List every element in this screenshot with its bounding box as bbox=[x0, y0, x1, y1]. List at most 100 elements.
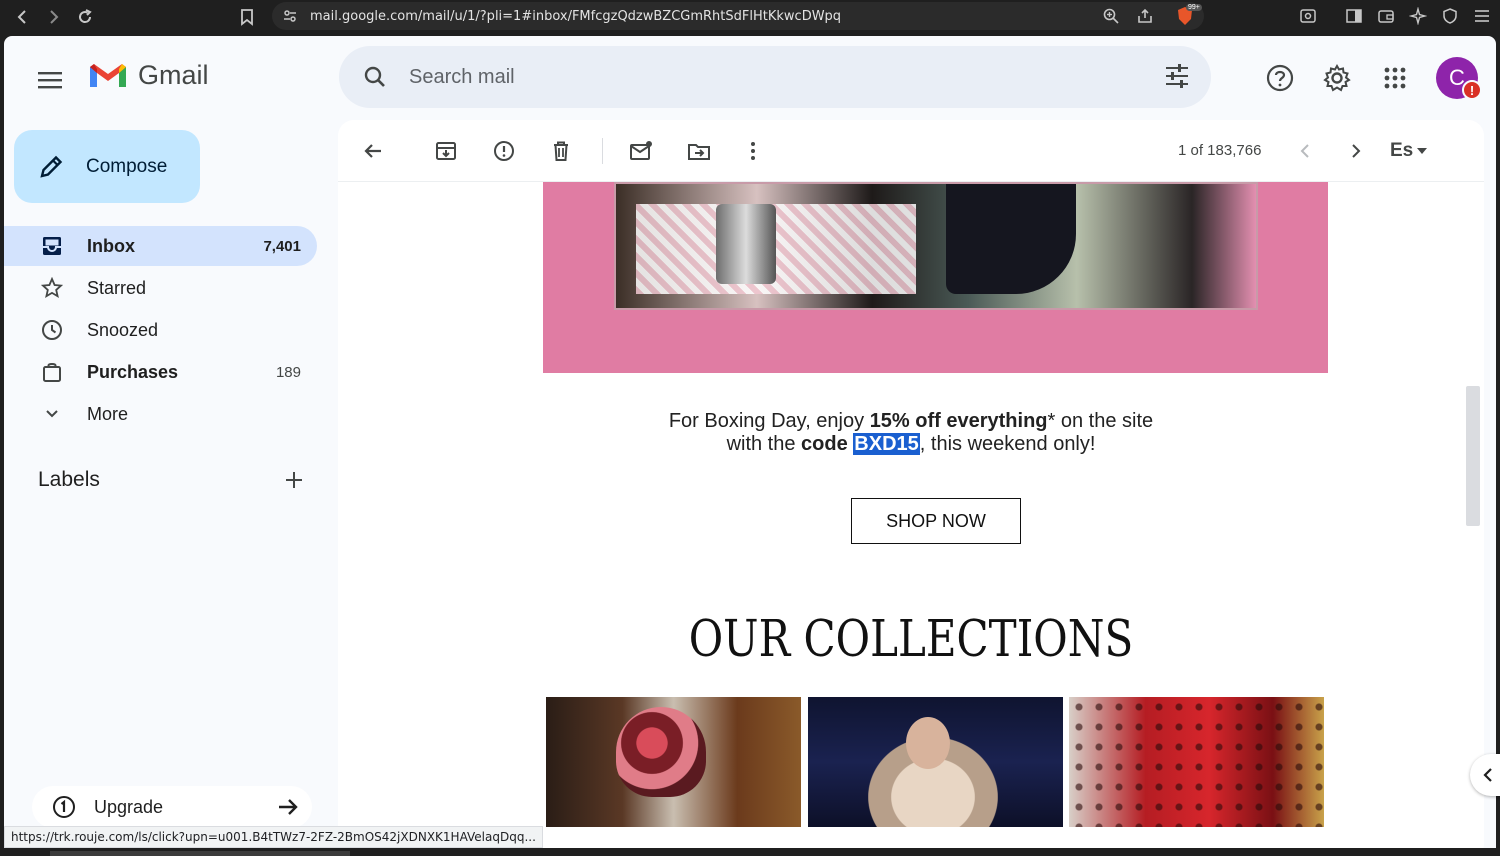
search-options-icon[interactable] bbox=[1163, 62, 1191, 95]
headscarf-graphic bbox=[616, 707, 706, 797]
promo-discount: 15% off everything bbox=[869, 410, 1048, 432]
inbox-count: 7,401 bbox=[263, 237, 301, 255]
google-apps-icon[interactable] bbox=[1375, 58, 1415, 98]
pencil-icon bbox=[40, 155, 63, 178]
sidebar-toggle-icon[interactable] bbox=[1342, 2, 1366, 30]
floral-print-graphic bbox=[1069, 697, 1324, 827]
bookmark-icon[interactable] bbox=[232, 2, 262, 32]
bottom-strip bbox=[0, 848, 1500, 856]
app-name: Gmail bbox=[138, 60, 209, 90]
site-settings-icon[interactable] bbox=[282, 8, 298, 29]
move-to-icon[interactable] bbox=[686, 138, 712, 164]
wallet-icon[interactable] bbox=[1374, 2, 1398, 30]
url-text[interactable]: mail.google.com/mail/u/1/?pli=1#inbox/FM… bbox=[310, 9, 841, 24]
hero-image[interactable] bbox=[614, 182, 1258, 310]
compose-button[interactable]: Compose bbox=[14, 130, 200, 203]
search-input[interactable] bbox=[409, 65, 1109, 89]
promo-text-part: with the bbox=[726, 433, 802, 455]
sidebar-item-label: More bbox=[87, 403, 129, 424]
brave-shield-icon[interactable]: 99+ bbox=[1174, 4, 1202, 27]
forward-icon[interactable] bbox=[38, 2, 68, 32]
sidebar-item-label: Inbox bbox=[87, 235, 135, 256]
delete-icon[interactable] bbox=[548, 138, 574, 164]
face-graphic bbox=[906, 717, 950, 769]
hero-champagne-bucket bbox=[716, 204, 776, 284]
gmail-window: Gmail C ! Compose bbox=[4, 36, 1496, 848]
promo-text-part: , this weekend only! bbox=[919, 433, 1096, 455]
gmail-logo[interactable]: Gmail bbox=[88, 60, 209, 91]
promo-text: For Boxing Day, enjoy 15% off everything… bbox=[338, 410, 1484, 456]
mark-unread-icon[interactable] bbox=[628, 138, 654, 164]
sidebar-item-label: Purchases bbox=[87, 361, 179, 382]
help-icon[interactable] bbox=[1260, 58, 1300, 98]
chevron-down-icon bbox=[40, 402, 64, 426]
compose-label: Compose bbox=[86, 155, 168, 177]
link-status-bar: https://trk.rouje.com/ls/click?upn=u001.… bbox=[4, 826, 543, 848]
upgrade-label: Upgrade bbox=[94, 796, 164, 817]
browser-toolbar: mail.google.com/mail/u/1/?pli=1#inbox/FM… bbox=[0, 0, 1500, 34]
hero-tablecloth bbox=[636, 204, 916, 294]
sidebar-item-label: Starred bbox=[87, 277, 147, 298]
upgrade-button[interactable]: Upgrade bbox=[32, 786, 312, 828]
account-alert-badge: ! bbox=[1462, 80, 1482, 100]
input-tools-button[interactable]: Es bbox=[1390, 140, 1428, 162]
main-menu-icon[interactable] bbox=[30, 60, 70, 100]
promo-code[interactable]: BXD15 bbox=[853, 433, 920, 455]
settings-icon[interactable] bbox=[1317, 58, 1357, 98]
back-icon[interactable] bbox=[8, 2, 38, 32]
scrollbar-thumb[interactable] bbox=[1466, 386, 1480, 526]
search-bar[interactable] bbox=[339, 46, 1211, 108]
sidebar-item-more[interactable]: More bbox=[4, 394, 317, 434]
gmail-header: Gmail C ! bbox=[4, 36, 1496, 120]
search-icon[interactable] bbox=[345, 47, 405, 107]
shopping-bag-icon bbox=[40, 360, 64, 384]
sidebar-item-starred[interactable]: Starred bbox=[4, 268, 317, 308]
message-toolbar: 1 of 183,766 Es bbox=[338, 120, 1484, 182]
purchases-count: 189 bbox=[275, 363, 301, 381]
promo-code-label: code bbox=[801, 433, 854, 455]
sidebar-item-inbox[interactable]: Inbox 7,401 bbox=[4, 226, 317, 266]
hero-figure bbox=[946, 184, 1076, 294]
vpn-icon[interactable] bbox=[1438, 2, 1462, 30]
add-label-icon[interactable] bbox=[282, 468, 306, 492]
inbox-icon bbox=[40, 234, 64, 258]
reload-icon[interactable] bbox=[70, 2, 100, 32]
shop-now-button[interactable]: SHOP NOW bbox=[851, 498, 1021, 544]
notification-badge: 99+ bbox=[1186, 4, 1202, 11]
back-to-inbox-icon[interactable] bbox=[360, 138, 386, 164]
clock-icon bbox=[40, 318, 64, 342]
leo-ai-icon[interactable] bbox=[1406, 2, 1430, 30]
browser-menu-icon[interactable] bbox=[1470, 2, 1494, 30]
promo-text-part: For Boxing Day, enjoy bbox=[668, 410, 870, 432]
newer-chevron-left-icon[interactable] bbox=[1292, 138, 1318, 164]
message-panel: 1 of 183,766 Es For Boxing Day, enjoy 15… bbox=[338, 120, 1484, 848]
input-tools-label: Es bbox=[1390, 140, 1414, 161]
sidebar-item-purchases[interactable]: Purchases 189 bbox=[4, 352, 317, 392]
gmail-m-icon bbox=[90, 63, 126, 87]
screenshot-icon[interactable] bbox=[1296, 2, 1320, 30]
zoom-icon[interactable] bbox=[1102, 7, 1120, 30]
collections-heading: OUR COLLECTIONS bbox=[688, 609, 1134, 668]
older-chevron-right-icon[interactable] bbox=[1343, 138, 1369, 164]
labels-heading: Labels bbox=[38, 468, 100, 491]
arrow-right-icon bbox=[279, 799, 298, 815]
sidebar-item-snoozed[interactable]: Snoozed bbox=[4, 310, 317, 350]
message-counter: 1 of 183,766 bbox=[1178, 142, 1262, 159]
archive-icon[interactable] bbox=[433, 138, 459, 164]
toolbar-divider bbox=[602, 138, 603, 164]
share-icon[interactable] bbox=[1136, 7, 1154, 30]
collection-image[interactable] bbox=[1069, 697, 1324, 827]
report-spam-icon[interactable] bbox=[491, 138, 517, 164]
star-icon bbox=[40, 276, 64, 300]
upgrade-icon bbox=[53, 796, 75, 818]
collection-image[interactable] bbox=[546, 697, 801, 827]
more-options-icon[interactable] bbox=[740, 138, 766, 164]
promo-text-part: * on the site bbox=[1047, 410, 1154, 432]
address-bar[interactable]: mail.google.com/mail/u/1/?pli=1#inbox/FM… bbox=[272, 2, 1204, 30]
hero-banner[interactable] bbox=[543, 182, 1328, 373]
sidebar-item-label: Snoozed bbox=[87, 319, 159, 340]
collection-image[interactable] bbox=[808, 697, 1063, 827]
email-body: For Boxing Day, enjoy 15% off everything… bbox=[338, 182, 1484, 848]
dropdown-caret-icon bbox=[1417, 148, 1428, 154]
chevron-left-icon bbox=[1483, 768, 1492, 782]
